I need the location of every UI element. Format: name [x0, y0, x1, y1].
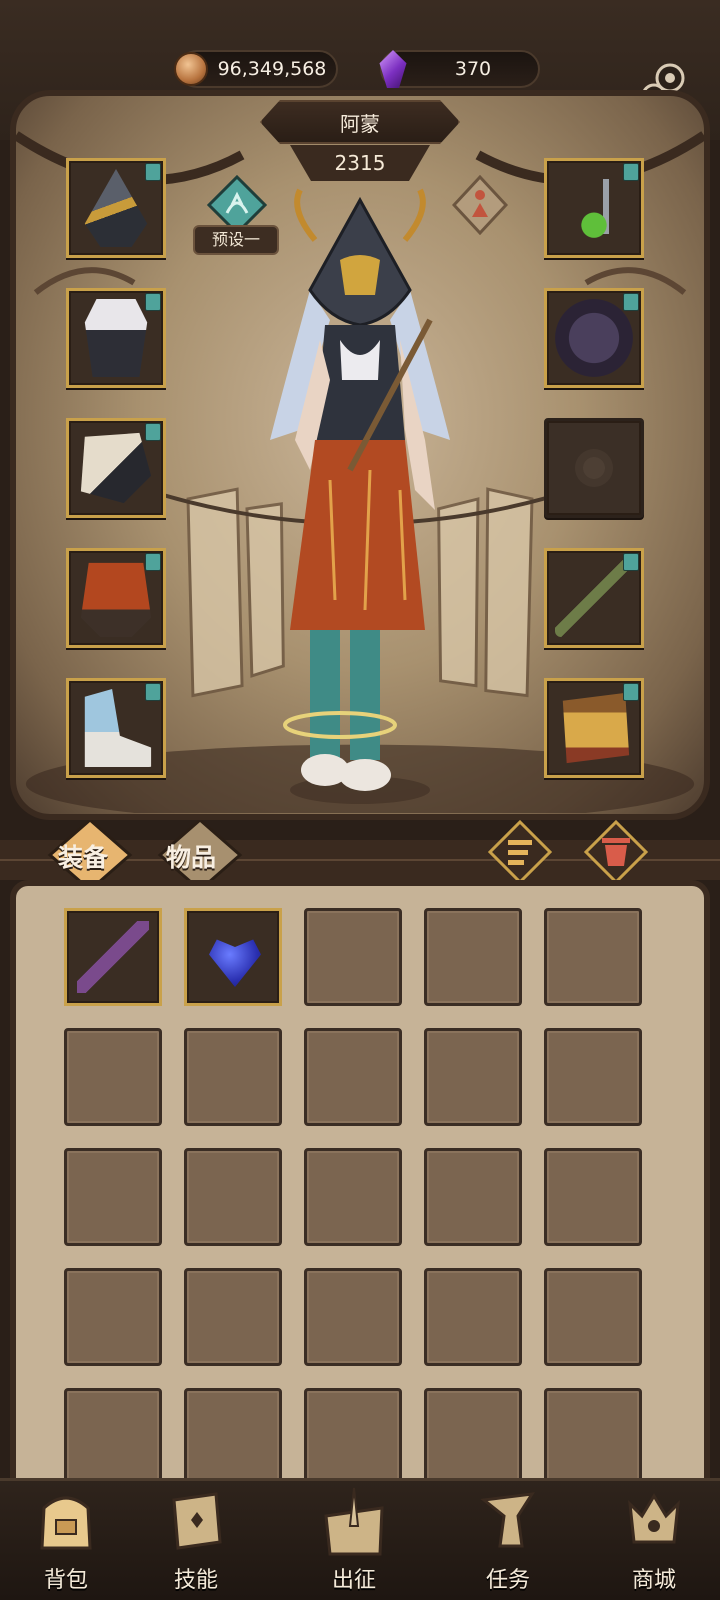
nav-backpack-label: 背包	[43, 1568, 88, 1593]
inventory-slot[interactable]	[544, 908, 642, 1006]
scroll-case-icon	[562, 692, 630, 764]
ice-boots-icon	[84, 689, 152, 767]
hero-character-art	[270, 188, 450, 804]
hero-power: 2315	[290, 145, 430, 181]
inventory-slot[interactable]	[184, 908, 282, 1006]
nav-expedition-label: 出征	[331, 1568, 376, 1593]
blue-heart-amulet-icon	[209, 939, 261, 987]
inventory-slot[interactable]	[424, 1268, 522, 1366]
inventory-slot[interactable]	[64, 1028, 162, 1126]
nav-shop-label: 商城	[631, 1568, 676, 1593]
gauntlet-icon	[80, 432, 152, 504]
boots-slot[interactable]	[66, 678, 166, 778]
hero-name: 阿蒙	[340, 111, 380, 136]
pants-slot[interactable]	[66, 548, 166, 648]
inventory-slot[interactable]	[184, 1028, 282, 1126]
sort-icon[interactable]	[488, 820, 552, 884]
nav-skills-label: 技能	[173, 1568, 218, 1593]
corset-armor-icon	[84, 299, 148, 377]
upgrade-tag-icon	[145, 163, 161, 181]
upgrade-tag-icon	[145, 553, 161, 571]
hero-name-plate: 阿蒙	[260, 100, 460, 144]
inventory-slot[interactable]	[544, 1028, 642, 1126]
staff-icon	[555, 559, 633, 637]
armor-slot[interactable]	[66, 288, 166, 388]
weapon-slot[interactable]	[544, 548, 644, 648]
backpack-icon	[40, 1496, 92, 1550]
upgrade-tag-icon	[145, 293, 161, 311]
inventory-slot[interactable]	[424, 1028, 522, 1126]
inventory-slot[interactable]	[304, 1268, 402, 1366]
empty-rose-slot-icon	[575, 449, 613, 487]
skirt-pants-icon	[80, 562, 152, 637]
green-pendant-icon	[555, 169, 633, 247]
trash-icon[interactable]	[584, 820, 648, 884]
belt-slot[interactable]	[544, 288, 644, 388]
gloves-slot[interactable]	[66, 418, 166, 518]
twisted-staff-icon	[77, 921, 149, 993]
nav-expedition[interactable]: 出征	[294, 1478, 414, 1600]
inventory-slot[interactable]	[544, 1388, 642, 1486]
upgrade-tag-icon	[623, 553, 639, 571]
tab-equipment[interactable]: 装备	[58, 838, 108, 874]
inventory-slot[interactable]	[424, 1388, 522, 1486]
inventory-slot[interactable]	[424, 1148, 522, 1246]
upgrade-tag-icon	[623, 683, 639, 701]
inventory-slot[interactable]	[304, 1028, 402, 1126]
power-value: 2315	[334, 151, 386, 175]
inventory-slot[interactable]	[64, 1268, 162, 1366]
inventory-slot[interactable]	[304, 908, 402, 1006]
gem-amount: 370	[454, 58, 492, 80]
quest-horn-icon	[480, 1492, 535, 1548]
gem-counter[interactable]: 370	[379, 50, 540, 88]
upgrade-tag-icon	[623, 163, 639, 181]
upgrade-tag-icon	[145, 683, 161, 701]
inventory-slot[interactable]	[64, 908, 162, 1006]
offhand-slot[interactable]	[544, 678, 644, 778]
inventory-slot[interactable]	[544, 1268, 642, 1366]
inventory-slot[interactable]	[184, 1268, 282, 1366]
inventory-slot[interactable]	[184, 1388, 282, 1486]
nav-shop[interactable]: 商城	[594, 1478, 714, 1600]
nav-skills[interactable]: 技能	[136, 1478, 256, 1600]
skill-book-icon	[172, 1492, 222, 1550]
inventory-slot[interactable]	[544, 1148, 642, 1246]
inventory-slot[interactable]	[64, 1148, 162, 1246]
gold-counter[interactable]: 96,349,568	[174, 50, 338, 88]
upgrade-tag-icon	[145, 423, 161, 441]
inventory-slot[interactable]	[424, 908, 522, 1006]
coin-icon	[174, 52, 208, 86]
upgrade-tag-icon	[623, 293, 639, 311]
shop-crown-icon	[628, 1493, 680, 1544]
inventory-slot[interactable]	[184, 1148, 282, 1246]
inventory-slot[interactable]	[304, 1148, 402, 1246]
nav-backpack[interactable]: 背包	[6, 1478, 126, 1600]
helmet-slot[interactable]	[66, 158, 166, 258]
inventory-slot[interactable]	[304, 1388, 402, 1486]
nav-quests[interactable]: 任务	[448, 1478, 568, 1600]
gold-amount: 96,349,568	[217, 58, 327, 80]
necklace-slot[interactable]	[544, 158, 644, 258]
nav-quests-label: 任务	[485, 1568, 530, 1593]
relic-slot[interactable]	[544, 418, 644, 518]
tab-items[interactable]: 物品	[166, 838, 216, 874]
bracer-icon	[555, 299, 633, 377]
expedition-map-icon	[324, 1487, 384, 1556]
inventory-slot[interactable]	[64, 1388, 162, 1486]
hooded-helmet-icon	[84, 169, 148, 247]
